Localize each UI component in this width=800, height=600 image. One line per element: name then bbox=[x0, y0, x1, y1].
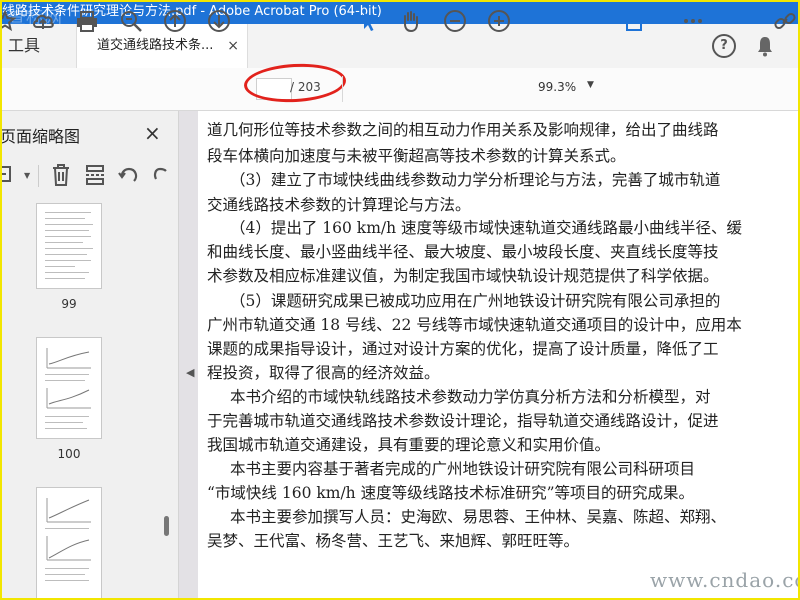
highlight-frame bbox=[0, 0, 800, 600]
